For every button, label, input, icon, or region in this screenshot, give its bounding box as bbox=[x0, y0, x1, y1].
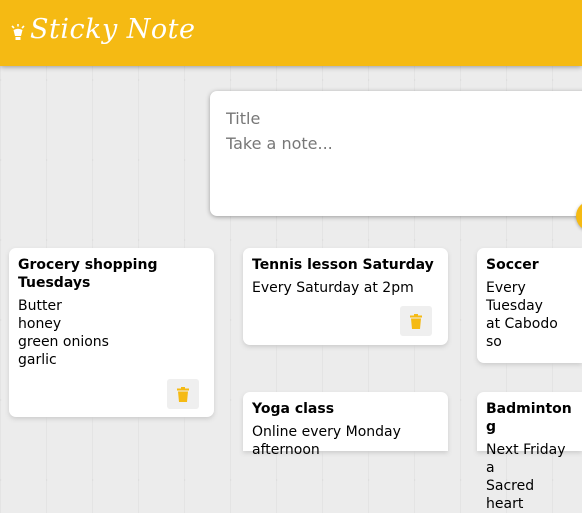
note-card: Yoga class Online every Monday afternoon bbox=[243, 392, 448, 458]
note-content: Next Friday a Sacred heart bbox=[486, 442, 566, 512]
note-content: Every Tuesday at Cabodo so bbox=[486, 280, 558, 350]
note-title: Soccer bbox=[486, 257, 539, 273]
note-card: Badminton g Next Friday a Sacred heart bbox=[477, 392, 582, 512]
note-card: Grocery shopping Tuesdays Butter honey g… bbox=[9, 248, 214, 417]
delete-note-button[interactable] bbox=[400, 306, 432, 336]
note-content: Butter honey green onions garlic bbox=[18, 298, 109, 368]
note-content-input[interactable] bbox=[226, 134, 566, 194]
note-title: Yoga class bbox=[252, 401, 335, 417]
note-content: Every Saturday at 2pm bbox=[252, 280, 414, 296]
trash-icon bbox=[177, 386, 189, 402]
create-note-form bbox=[210, 91, 582, 216]
app-header: Sticky Note bbox=[0, 0, 582, 66]
delete-note-button[interactable] bbox=[167, 379, 199, 409]
note-card: Tennis lesson Saturday Every Saturday at… bbox=[243, 248, 448, 345]
app-title: Sticky Note bbox=[30, 14, 196, 45]
note-title: Grocery shopping Tuesdays bbox=[18, 257, 158, 291]
note-content: Online every Monday afternoon bbox=[252, 424, 401, 458]
trash-icon bbox=[410, 313, 422, 329]
note-title-input[interactable] bbox=[226, 107, 566, 129]
note-title: Badminton g bbox=[486, 401, 572, 435]
note-title: Tennis lesson Saturday bbox=[252, 257, 434, 273]
note-card: Soccer Every Tuesday at Cabodo so bbox=[477, 248, 582, 363]
lightbulb-icon bbox=[11, 24, 25, 40]
